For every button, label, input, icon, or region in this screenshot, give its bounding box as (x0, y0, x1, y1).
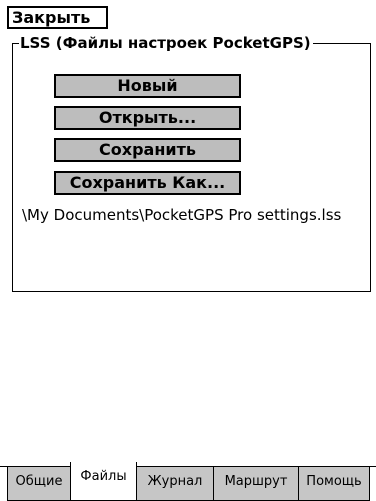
tab-help[interactable]: Помощь (298, 466, 370, 501)
save-button[interactable]: Сохранить (54, 138, 241, 162)
tab-log[interactable]: Журнал (136, 466, 214, 501)
group-title: LSS (Файлы настроек PocketGPS) (19, 33, 313, 53)
open-button[interactable]: Открыть... (54, 106, 241, 130)
tab-files[interactable]: Файлы (70, 462, 137, 501)
save-as-button[interactable]: Сохранить Как... (54, 171, 241, 195)
tab-route[interactable]: Маршрут (213, 466, 299, 501)
tab-general[interactable]: Общие (7, 466, 71, 501)
current-file-path: \My Documents\PocketGPS Pro settings.lss (22, 206, 342, 224)
close-button[interactable]: Закрыть (7, 6, 108, 29)
new-button[interactable]: Новый (54, 74, 241, 98)
